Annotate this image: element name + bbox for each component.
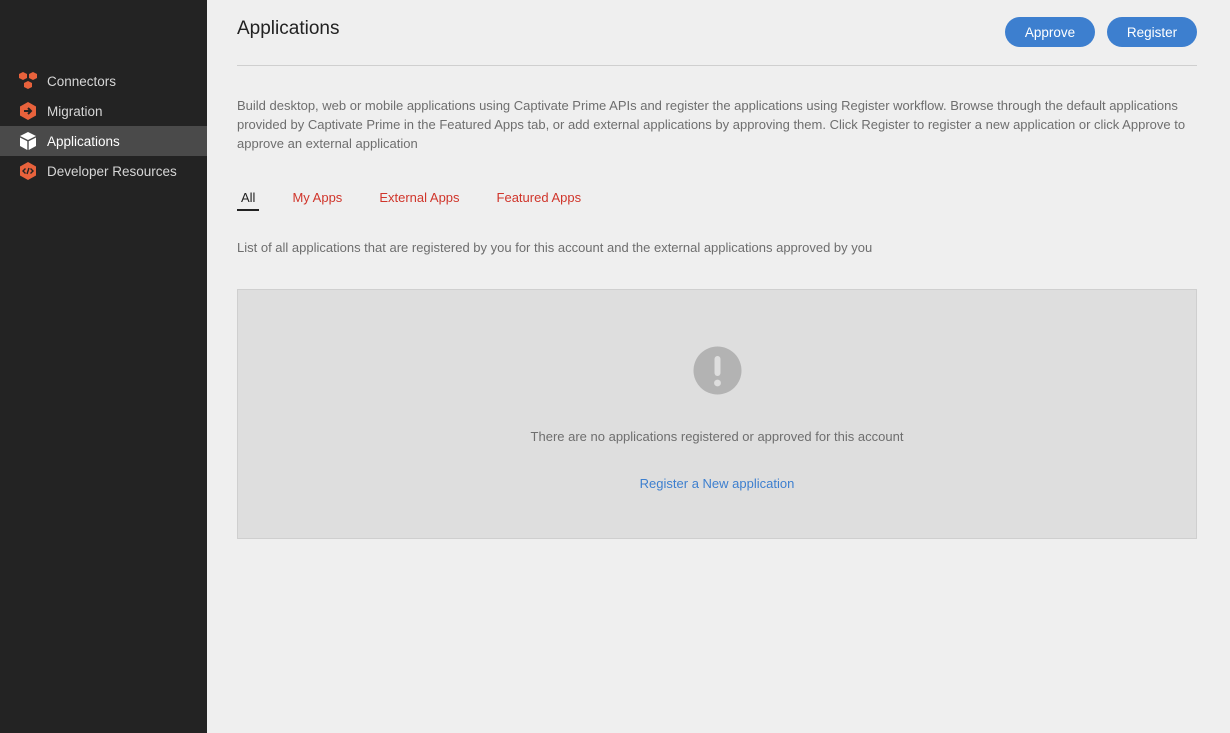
applications-icon xyxy=(18,131,38,151)
migration-icon xyxy=(18,101,38,121)
list-description: List of all applications that are regist… xyxy=(237,240,873,255)
page-description: Build desktop, web or mobile application… xyxy=(237,98,1186,151)
empty-state-link-row: Register a New application xyxy=(238,476,1196,491)
header-divider xyxy=(237,65,1197,66)
sidebar-item-connectors[interactable]: Connectors xyxy=(0,66,207,96)
sidebar-item-migration[interactable]: Migration xyxy=(0,96,207,126)
tab-all[interactable]: All xyxy=(237,188,260,211)
sidebar: Connectors Migration Applications Develo… xyxy=(0,0,207,733)
page-title: Applications xyxy=(237,18,340,39)
sidebar-nav: Connectors Migration Applications Develo… xyxy=(0,66,207,186)
empty-state-panel: There are no applications registered or … xyxy=(237,289,1197,539)
main-content: Applications Approve Register Build desk… xyxy=(207,0,1230,733)
tab-featured-apps[interactable]: Featured Apps xyxy=(493,188,586,211)
developer-resources-icon xyxy=(18,161,38,181)
tab-bar: All My Apps External Apps Featured Apps xyxy=(237,188,614,211)
sidebar-item-label: Developer Resources xyxy=(47,163,177,179)
empty-state-message: There are no applications registered or … xyxy=(530,429,904,444)
tab-external-apps[interactable]: External Apps xyxy=(375,188,463,211)
sidebar-item-label: Migration xyxy=(47,103,103,119)
register-button[interactable]: Register xyxy=(1107,17,1197,47)
sidebar-item-label: Connectors xyxy=(47,73,117,89)
sidebar-item-label: Applications xyxy=(47,133,120,149)
sidebar-item-developer-resources[interactable]: Developer Resources xyxy=(0,156,207,186)
connectors-icon xyxy=(18,71,38,91)
register-new-application-link[interactable]: Register a New application xyxy=(640,476,795,491)
alert-icon xyxy=(693,346,742,395)
sidebar-item-applications[interactable]: Applications xyxy=(0,126,207,156)
tab-my-apps[interactable]: My Apps xyxy=(288,188,346,211)
approve-button[interactable]: Approve xyxy=(1005,17,1095,47)
